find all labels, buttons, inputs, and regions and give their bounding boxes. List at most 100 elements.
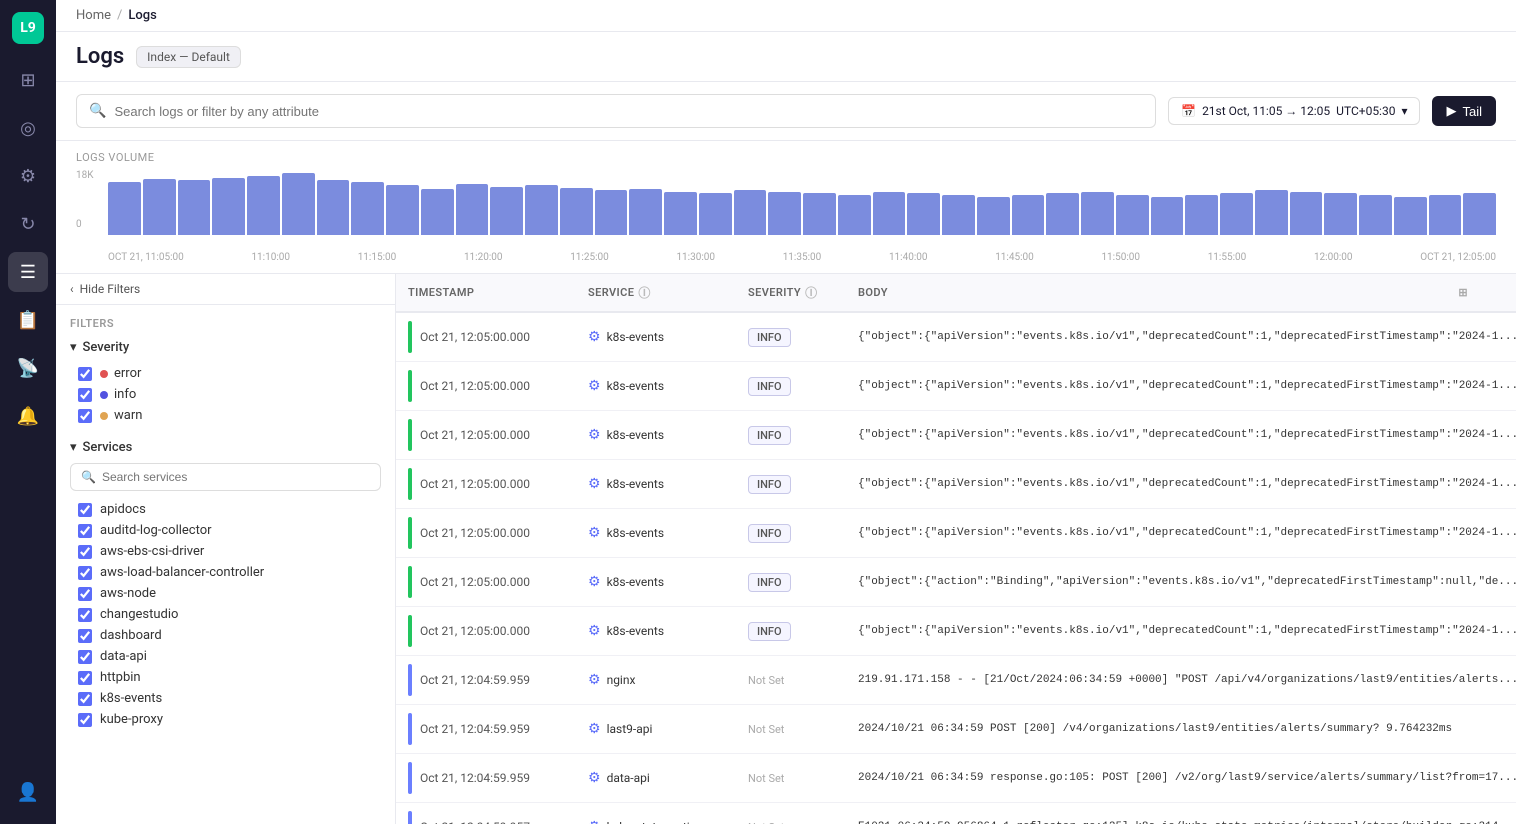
table-row[interactable]: Oct 21, 12:05:00.000 ⚙ k8s-events INFO {… bbox=[396, 313, 1516, 362]
chart-bar[interactable] bbox=[247, 176, 280, 235]
chart-bar[interactable] bbox=[490, 187, 523, 235]
chart-bar[interactable] bbox=[977, 197, 1010, 235]
hide-filters-button[interactable]: ‹ Hide Filters bbox=[56, 274, 395, 305]
chart-bar[interactable] bbox=[873, 192, 906, 235]
chart-bar[interactable] bbox=[595, 190, 628, 235]
chart-bar[interactable] bbox=[629, 189, 662, 236]
sidebar-item-settings[interactable]: ⚙ bbox=[8, 156, 48, 196]
table-row[interactable]: Oct 21, 12:05:00.000 ⚙ k8s-events INFO {… bbox=[396, 509, 1516, 558]
service-checkbox[interactable] bbox=[78, 629, 92, 643]
table-row[interactable]: Oct 21, 12:05:00.000 ⚙ k8s-events INFO {… bbox=[396, 362, 1516, 411]
services-section-header[interactable]: ▾ Services bbox=[70, 440, 381, 455]
table-row[interactable]: Oct 21, 12:04:59.957 ⚙ kube-state-meti N… bbox=[396, 803, 1516, 824]
cell-body: {"object":{"apiVersion":"events.k8s.io/v… bbox=[846, 607, 1516, 655]
service-checkbox[interactable] bbox=[78, 692, 92, 706]
cell-body: {"object":{"apiVersion":"events.k8s.io/v… bbox=[846, 362, 1516, 410]
warn-checkbox[interactable] bbox=[78, 409, 92, 423]
cell-severity: INFO bbox=[736, 460, 846, 508]
chart-bar[interactable] bbox=[838, 195, 871, 235]
service-checkbox[interactable] bbox=[78, 650, 92, 664]
table-row[interactable]: Oct 21, 12:05:00.000 ⚙ k8s-events INFO {… bbox=[396, 607, 1516, 656]
chart-area: LOGS VOLUME 18K 0 OCT 21, 11:05:0011:10:… bbox=[56, 141, 1516, 274]
severity-section-header[interactable]: ▾ Severity bbox=[70, 340, 381, 355]
chart-bar[interactable] bbox=[1185, 195, 1218, 235]
chart-bar[interactable] bbox=[1359, 195, 1392, 235]
chevron-down-icon: ▾ bbox=[70, 340, 77, 355]
service-checkbox[interactable] bbox=[78, 608, 92, 622]
service-checkbox[interactable] bbox=[78, 545, 92, 559]
services-search-box[interactable]: 🔍 bbox=[70, 463, 381, 491]
chart-bar[interactable] bbox=[1081, 192, 1114, 235]
services-search-input[interactable] bbox=[102, 470, 370, 484]
chart-bar[interactable] bbox=[108, 182, 141, 235]
service-checkbox[interactable] bbox=[78, 671, 92, 685]
chart-bar[interactable] bbox=[1220, 193, 1253, 235]
service-checkbox[interactable] bbox=[78, 587, 92, 601]
chart-bar[interactable] bbox=[664, 192, 697, 235]
chart-bar[interactable] bbox=[456, 184, 489, 235]
chart-bar[interactable] bbox=[212, 178, 245, 235]
service-label: dashboard bbox=[100, 628, 162, 643]
chart-bar[interactable] bbox=[282, 173, 315, 235]
table-row[interactable]: Oct 21, 12:05:00.000 ⚙ k8s-events INFO {… bbox=[396, 411, 1516, 460]
chart-bar[interactable] bbox=[734, 190, 767, 235]
chart-bar[interactable] bbox=[178, 180, 211, 235]
chart-bar[interactable] bbox=[1116, 195, 1149, 235]
sidebar-item-clipboard[interactable]: 📋 bbox=[8, 300, 48, 340]
sidebar-item-refresh[interactable]: ↻ bbox=[8, 204, 48, 244]
search-box[interactable]: 🔍 bbox=[76, 94, 1156, 128]
sidebar-item-signal[interactable]: 📡 bbox=[8, 348, 48, 388]
sidebar-item-circle[interactable]: ◎ bbox=[8, 108, 48, 148]
sidebar-item-alert[interactable]: 🔔 bbox=[8, 396, 48, 436]
chart-bar[interactable] bbox=[525, 185, 558, 235]
chart-bar[interactable] bbox=[560, 188, 593, 235]
breadcrumb-home[interactable]: Home bbox=[76, 8, 111, 23]
chart-bar[interactable] bbox=[421, 189, 454, 236]
chart-bar[interactable] bbox=[351, 182, 384, 235]
table-row[interactable]: Oct 21, 12:04:59.959 ⚙ last9-api Not Set… bbox=[396, 705, 1516, 754]
sidebar-item-grid[interactable]: ⊞ bbox=[8, 60, 48, 100]
chart-bar[interactable] bbox=[803, 193, 836, 235]
chart-bar[interactable] bbox=[1394, 197, 1427, 235]
severity-not-set: Not Set bbox=[748, 821, 784, 824]
sidebar-item-user[interactable]: 👤 bbox=[8, 772, 48, 812]
service-checkbox[interactable] bbox=[78, 566, 92, 580]
service-name: last9-api bbox=[607, 722, 653, 736]
table-row[interactable]: Oct 21, 12:04:59.959 ⚙ data-api Not Set … bbox=[396, 754, 1516, 803]
filter-item-service: aws-load-balancer-controller bbox=[78, 562, 381, 583]
service-checkbox[interactable] bbox=[78, 524, 92, 538]
table-row[interactable]: Oct 21, 12:05:00.000 ⚙ k8s-events INFO {… bbox=[396, 460, 1516, 509]
chart-bar[interactable] bbox=[1324, 193, 1357, 235]
chart-bar[interactable] bbox=[1429, 195, 1462, 235]
index-badge[interactable]: Index — Default bbox=[136, 46, 241, 68]
columns-config-icon[interactable]: ⊞ bbox=[1458, 286, 1468, 299]
table-row[interactable]: Oct 21, 12:04:59.959 ⚙ nginx Not Set 219… bbox=[396, 656, 1516, 705]
cell-service: ⚙ k8s-events bbox=[576, 607, 736, 655]
x-axis-label: 11:10:00 bbox=[251, 252, 290, 263]
chart-bar[interactable] bbox=[768, 192, 801, 235]
table-row[interactable]: Oct 21, 12:05:00.000 ⚙ k8s-events INFO {… bbox=[396, 558, 1516, 607]
chart-bar[interactable] bbox=[942, 195, 975, 235]
tail-button[interactable]: ▶ Tail bbox=[1432, 96, 1496, 126]
cell-timestamp: Oct 21, 12:05:00.000 bbox=[396, 607, 576, 655]
search-input[interactable] bbox=[114, 104, 1143, 119]
chart-bar[interactable] bbox=[1463, 193, 1496, 235]
chart-bar[interactable] bbox=[1290, 192, 1323, 235]
service-name: nginx bbox=[607, 673, 636, 687]
chart-bar[interactable] bbox=[1046, 193, 1079, 235]
service-checkbox[interactable] bbox=[78, 713, 92, 727]
chart-bar[interactable] bbox=[143, 179, 176, 235]
info-checkbox[interactable] bbox=[78, 388, 92, 402]
chart-bar[interactable] bbox=[317, 180, 350, 235]
time-selector[interactable]: 📅 21st Oct, 11:05 → 12:05 UTC+05:30 ▾ bbox=[1168, 97, 1420, 125]
chart-bar[interactable] bbox=[386, 185, 419, 235]
error-checkbox[interactable] bbox=[78, 367, 92, 381]
chart-bar[interactable] bbox=[699, 193, 732, 235]
sidebar-item-logs[interactable]: ☰ bbox=[8, 252, 48, 292]
chart-bar[interactable] bbox=[1151, 197, 1184, 235]
chart-bar[interactable] bbox=[1012, 195, 1045, 235]
service-checkbox[interactable] bbox=[78, 503, 92, 517]
chart-bar[interactable] bbox=[907, 193, 940, 235]
chart-bars[interactable] bbox=[108, 170, 1496, 235]
chart-bar[interactable] bbox=[1255, 190, 1288, 235]
